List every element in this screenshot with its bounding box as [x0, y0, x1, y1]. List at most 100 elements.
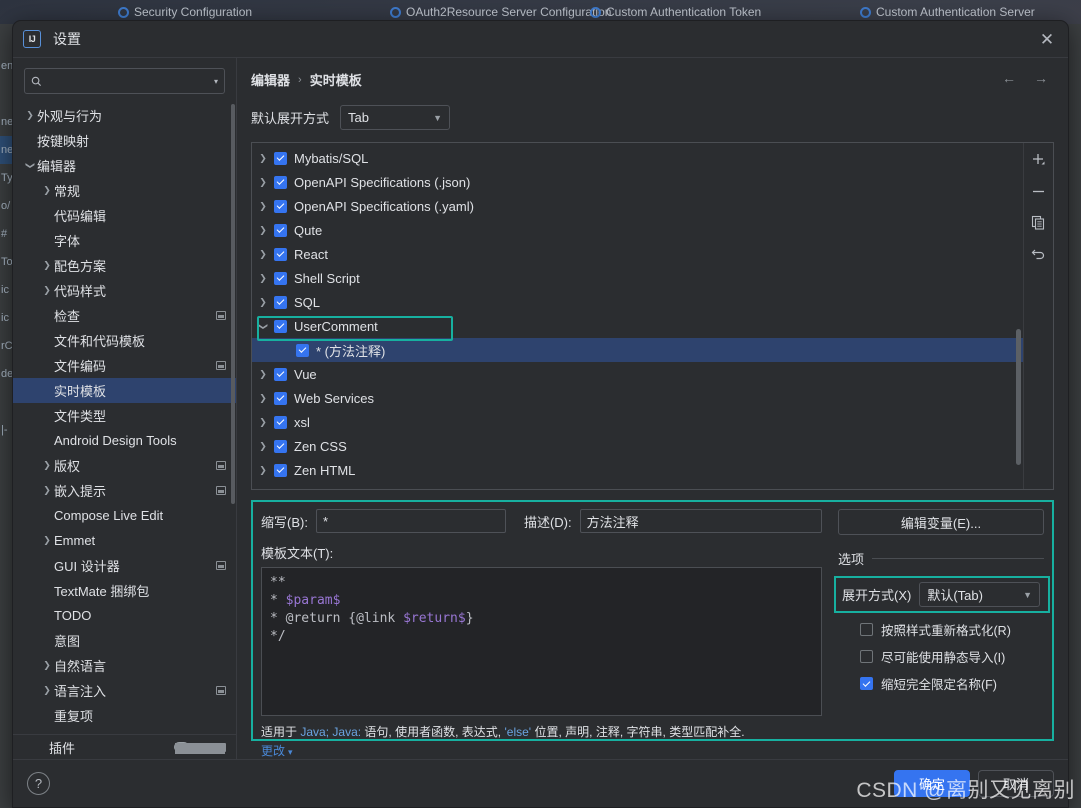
template-checkbox[interactable] [274, 295, 287, 309]
template-list-item[interactable]: ❯ Zen HTML [252, 458, 1023, 482]
copy-icon[interactable] [1028, 212, 1050, 232]
undo-icon[interactable] [1028, 243, 1050, 263]
template-checkbox[interactable] [274, 247, 287, 261]
cancel-button[interactable]: 取消 [978, 770, 1054, 797]
template-list-scrollbar[interactable] [1016, 329, 1021, 465]
template-list-item[interactable]: ❯* (方法注释) [252, 338, 1023, 362]
chevron-right-icon[interactable]: ❯ [252, 369, 274, 380]
chevron-right-icon[interactable]: ❯ [40, 660, 54, 671]
template-checkbox[interactable] [274, 199, 287, 213]
template-list-item[interactable]: ❯ UserComment [252, 314, 1023, 338]
sidebar-item-12[interactable]: 文件类型 [13, 403, 236, 428]
option-checkbox[interactable] [860, 650, 873, 663]
chevron-right-icon[interactable]: ❯ [252, 393, 274, 404]
default-expand-select[interactable]: Tab ▼ [340, 105, 451, 130]
template-list-item[interactable]: ❯ Vue [252, 362, 1023, 386]
template-checkbox[interactable] [274, 319, 287, 333]
chevron-down-icon[interactable]: ❯ [25, 159, 36, 173]
help-button[interactable]: ? [27, 772, 50, 795]
template-checkbox[interactable] [296, 343, 309, 357]
change-context-link[interactable]: 更改 ▾ [261, 740, 822, 759]
sidebar-item-7[interactable]: ❯ 代码样式 [13, 278, 236, 303]
chevron-right-icon[interactable]: ❯ [40, 260, 54, 271]
sidebar-item-20[interactable]: TODO [13, 603, 236, 628]
breadcrumb-parent[interactable]: 编辑器 [251, 70, 290, 89]
chevron-right-icon[interactable]: ❯ [40, 535, 54, 546]
template-list-item[interactable]: ❯ Qute [252, 218, 1023, 242]
edit-variables-button[interactable]: 编辑变量(E)... [838, 509, 1044, 535]
sidebar-item-4[interactable]: 代码编辑 [13, 203, 236, 228]
sidebar-item-1[interactable]: 按键映射 [13, 128, 236, 153]
chevron-right-icon[interactable]: ❯ [40, 460, 54, 471]
chevron-right-icon[interactable]: ❯ [252, 177, 274, 188]
template-list-item[interactable]: ❯ Mybatis/SQL [252, 146, 1023, 170]
option-checkbox[interactable] [860, 677, 873, 690]
chevron-right-icon[interactable]: ❯ [252, 225, 274, 236]
template-list-item[interactable]: ❯ Shell Script [252, 266, 1023, 290]
option-checkbox-row[interactable]: 尽可能使用静态导入(I) [838, 647, 1044, 666]
sidebar-item-8[interactable]: 检查 [13, 303, 236, 328]
sidebar-item-21[interactable]: 意图 [13, 628, 236, 653]
sidebar-item-17[interactable]: ❯ Emmet [13, 528, 236, 553]
template-list-item[interactable]: ❯ React [252, 242, 1023, 266]
search-dropdown-caret[interactable]: ▾ [214, 77, 218, 86]
template-checkbox[interactable] [274, 151, 287, 165]
template-list-item[interactable]: ❯ Zen CSS [252, 434, 1023, 458]
option-checkbox-row[interactable]: 按照样式重新格式化(R) [838, 620, 1044, 639]
chevron-right-icon[interactable]: ❯ [40, 285, 54, 296]
forward-arrow-icon[interactable]: → [1034, 70, 1048, 86]
sidebar-item-18[interactable]: GUI 设计器 [13, 553, 236, 578]
chevron-right-icon[interactable]: ❯ [40, 485, 54, 496]
chevron-right-icon[interactable]: ❯ [252, 297, 274, 308]
back-arrow-icon[interactable]: ← [1002, 70, 1016, 86]
sidebar-item-11[interactable]: 实时模板 [13, 378, 236, 403]
chevron-right-icon[interactable]: ❯ [252, 273, 274, 284]
chevron-right-icon[interactable]: ❯ [40, 185, 54, 196]
sidebar-item-13[interactable]: Android Design Tools [13, 428, 236, 453]
template-checkbox[interactable] [274, 175, 287, 189]
template-checkbox[interactable] [274, 463, 287, 477]
template-checkbox[interactable] [274, 391, 287, 405]
sidebar-item-16[interactable]: Compose Live Edit [13, 503, 236, 528]
sidebar-item-3[interactable]: ❯ 常规 [13, 178, 236, 203]
search-box[interactable]: ▾ [24, 68, 225, 94]
chevron-down-icon[interactable]: ❯ [258, 315, 269, 337]
chevron-right-icon[interactable]: ❯ [252, 465, 274, 476]
sidebar-item-10[interactable]: 文件编码 [13, 353, 236, 378]
chevron-right-icon[interactable]: ❯ [40, 685, 54, 696]
remove-icon[interactable] [1028, 181, 1050, 201]
ok-button[interactable]: 确定 [894, 770, 970, 797]
close-icon[interactable]: ✕ [1034, 26, 1060, 52]
sidebar-item-22[interactable]: ❯ 自然语言 [13, 653, 236, 678]
template-checkbox[interactable] [274, 223, 287, 237]
template-checkbox[interactable] [274, 415, 287, 429]
template-checkbox[interactable] [274, 439, 287, 453]
template-list-item[interactable]: ❯ OpenAPI Specifications (.yaml) [252, 194, 1023, 218]
search-input[interactable] [47, 74, 211, 88]
sidebar-item-15[interactable]: ❯ 嵌入提示 [13, 478, 236, 503]
sidebar-item-5[interactable]: 字体 [13, 228, 236, 253]
template-checkbox[interactable] [274, 271, 287, 285]
template-list-item[interactable]: ❯ xsl [252, 410, 1023, 434]
template-list[interactable]: ❯ Mybatis/SQL ❯ OpenAPI Specifications (.js… [252, 143, 1023, 489]
description-input[interactable] [579, 509, 822, 533]
chevron-right-icon[interactable]: ❯ [252, 153, 274, 164]
sidebar-item-23[interactable]: ❯ 语言注入 [13, 678, 236, 703]
template-checkbox[interactable] [274, 367, 287, 381]
template-list-item[interactable]: ❯ SQL [252, 290, 1023, 314]
chevron-right-icon[interactable]: ❯ [23, 110, 37, 121]
sidebar-item-plugins[interactable]: 插件 10 文A [13, 734, 236, 759]
chevron-right-icon[interactable]: ❯ [252, 417, 274, 428]
sidebar-item-2[interactable]: ❯ 编辑器 [13, 153, 236, 178]
sidebar-item-0[interactable]: ❯ 外观与行为 [13, 103, 236, 128]
template-list-item[interactable]: ❯ Web Services [252, 386, 1023, 410]
option-checkbox[interactable] [860, 623, 873, 636]
chevron-right-icon[interactable]: ❯ [252, 249, 274, 260]
abbreviation-input[interactable] [315, 509, 506, 533]
sidebar-scrollbar[interactable] [231, 104, 235, 504]
expand-with-select[interactable]: 默认(Tab) ▼ [919, 582, 1040, 607]
option-checkbox-row[interactable]: 缩短完全限定名称(F) [838, 674, 1044, 693]
chevron-right-icon[interactable]: ❯ [252, 201, 274, 212]
sidebar-item-24[interactable]: 重复项 [13, 703, 236, 728]
template-list-item[interactable]: ❯ OpenAPI Specifications (.json) [252, 170, 1023, 194]
